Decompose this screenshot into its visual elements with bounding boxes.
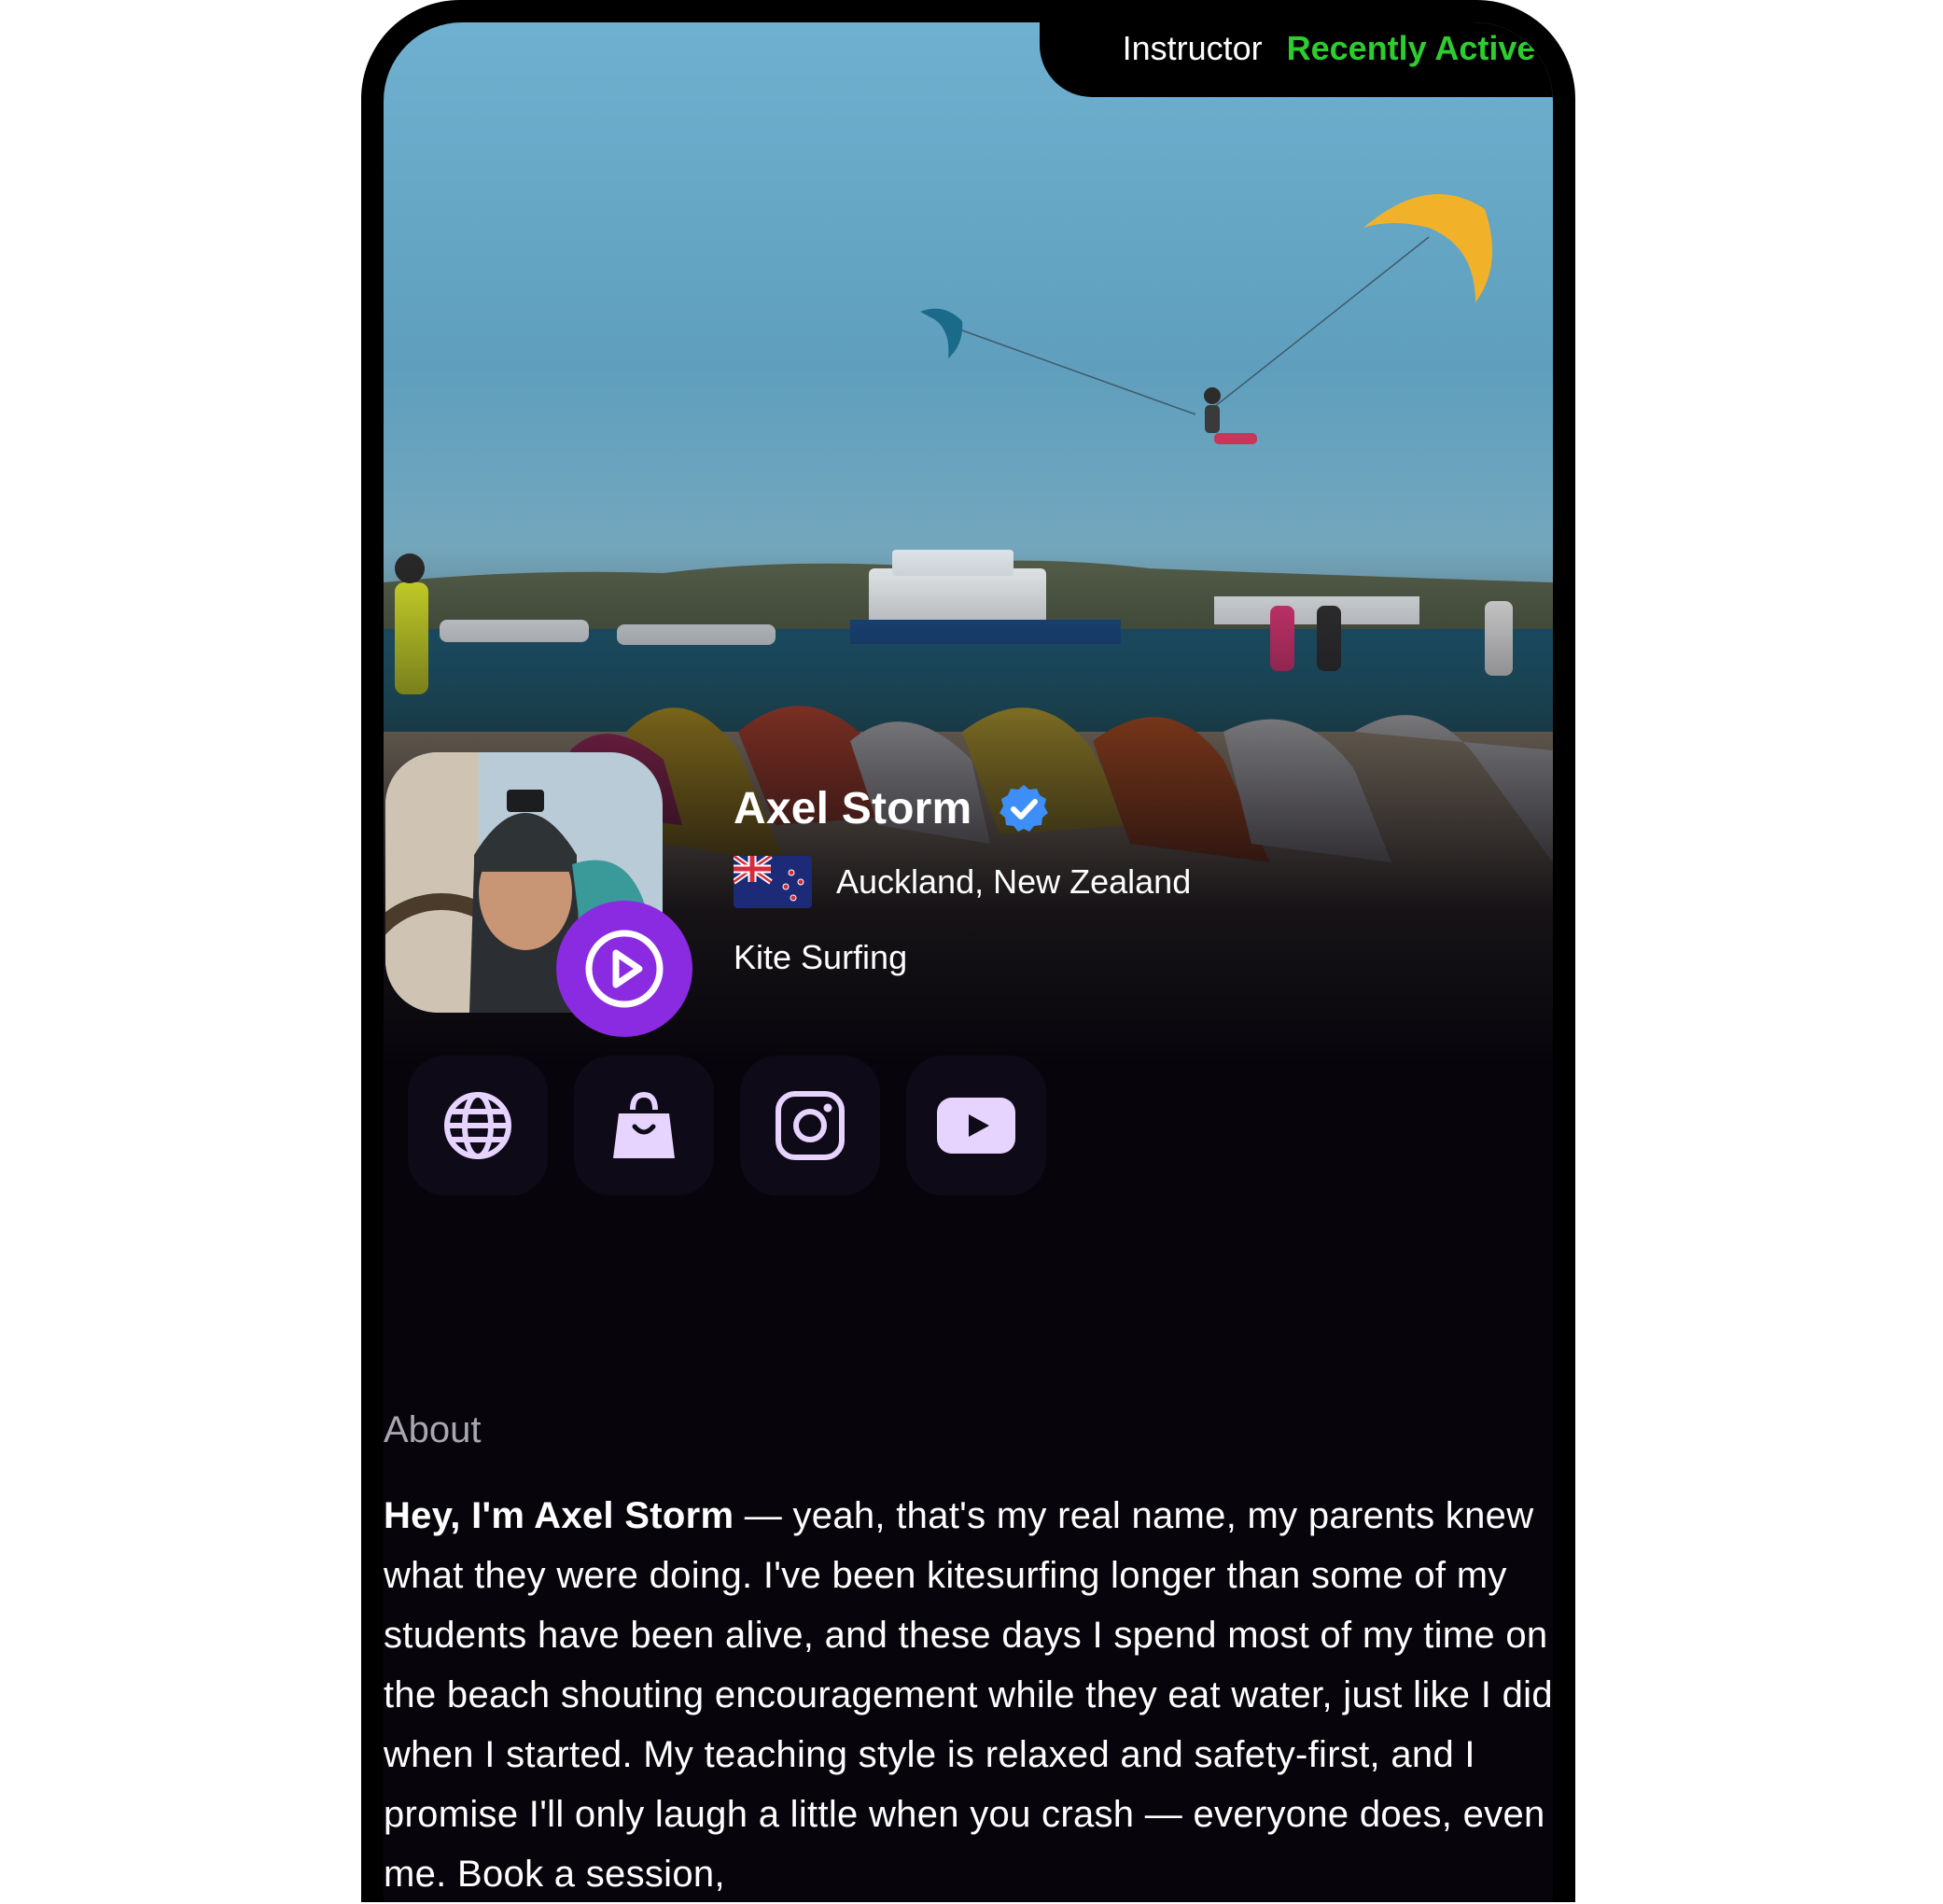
- location-text: Auckland, New Zealand: [836, 862, 1192, 901]
- about-heading: About: [384, 1409, 482, 1450]
- role-label: Instructor: [1122, 29, 1263, 67]
- status-notch: Instructor Recently Active: [1040, 22, 1553, 97]
- profile-name-row: Axel Storm: [734, 782, 1050, 834]
- profile-name: Axel Storm: [734, 783, 972, 833]
- shopping-bag-icon: [613, 1091, 675, 1158]
- play-icon: [585, 930, 664, 1008]
- about-body: — yeah, that's my real name, my parents …: [384, 1495, 1553, 1895]
- instagram-button[interactable]: [740, 1056, 880, 1196]
- globe-icon: [444, 1092, 511, 1159]
- about-text: Hey, I'm Axel Storm — yeah, that's my re…: [384, 1486, 1561, 1904]
- instagram-icon: [776, 1091, 845, 1160]
- new-zealand-flag-icon: [734, 856, 812, 908]
- location-row: Auckland, New Zealand: [734, 856, 1191, 908]
- social-links: [408, 1056, 1046, 1196]
- verified-check-icon: [999, 785, 1049, 832]
- about-intro: Hey, I'm Axel Storm: [384, 1495, 734, 1536]
- sport-label: Kite Surfing: [734, 938, 908, 976]
- play-intro-video-button[interactable]: [556, 901, 692, 1037]
- youtube-icon: [937, 1098, 1015, 1154]
- website-button[interactable]: [408, 1056, 548, 1196]
- activity-status: Recently Active: [1286, 29, 1536, 67]
- shop-button[interactable]: [574, 1056, 714, 1196]
- youtube-button[interactable]: [906, 1056, 1046, 1196]
